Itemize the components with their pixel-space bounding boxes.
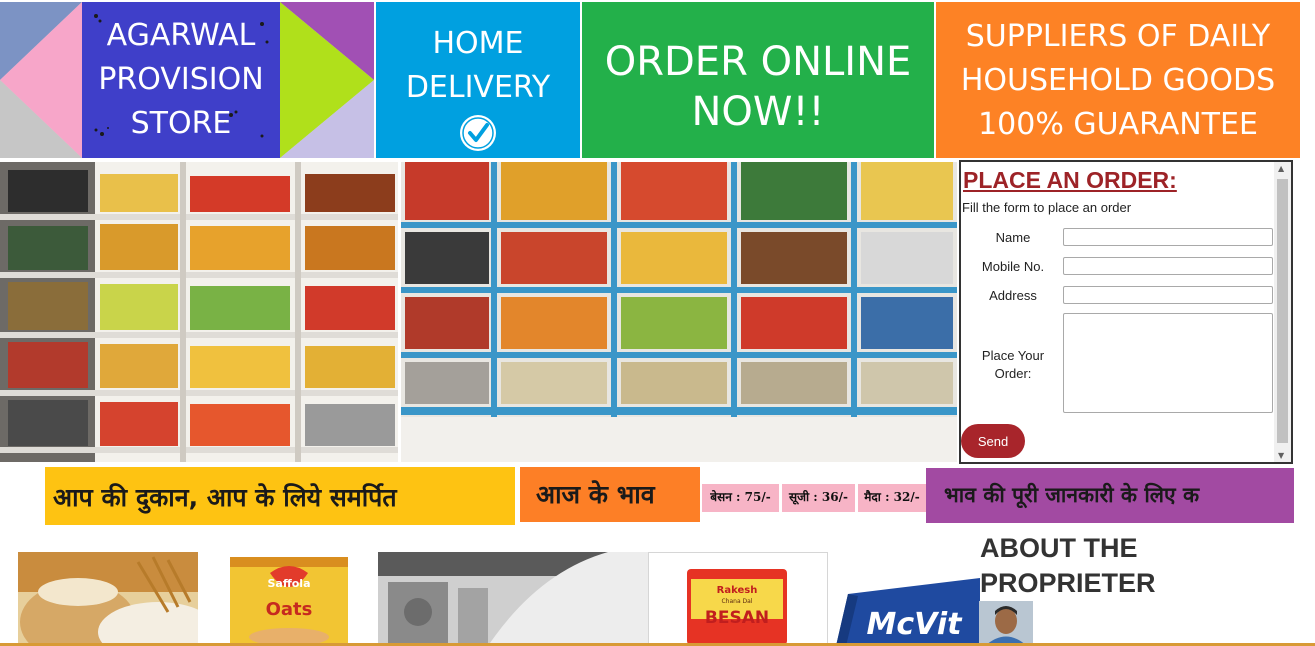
order-label-line-1: Place Your (981, 348, 1045, 363)
order-label-line-2: Order: (994, 366, 1032, 381)
delivery-line-2: DELIVERY (405, 70, 551, 105)
order-online-line-1: ORDER ONLINE (604, 39, 912, 85)
order-form-title: PLACE AN ORDER: (963, 167, 1177, 193)
mobile-label: Mobile No. (981, 259, 1045, 274)
about-heading-line-1: ABOUT THE (980, 533, 1138, 563)
order-online-line-2: NOW!! (691, 89, 825, 135)
triangle-up-icon[interactable]: ▲ (1278, 164, 1284, 173)
order-online-banner[interactable]: ORDER ONLINE NOW!! (582, 2, 934, 158)
order-label: Place Your Order: (973, 347, 1053, 383)
rates-info-marquee[interactable]: भाव की पूरी जानकारी के लिए क (926, 468, 1294, 523)
logo-banner[interactable]: AGARWAL PROVISION STORE (0, 2, 374, 158)
address-label: Address (989, 288, 1037, 303)
product-rakesh-besan[interactable]: Rakesh Chana Dal BESAN (648, 552, 828, 646)
biscuit-name-text: McVit (867, 607, 964, 642)
triangle-down-icon[interactable]: ▼ (1278, 451, 1284, 460)
product-wheat-flour[interactable] (18, 552, 198, 646)
store-name: AGARWAL PROVISION STORE (82, 2, 280, 158)
delivery-line-1: HOME (432, 26, 524, 61)
order-textarea[interactable] (1063, 313, 1273, 413)
order-form-subtitle: Fill the form to place an order (962, 200, 1132, 215)
oats-brand-text: Saffola (267, 577, 310, 590)
store-shelves-photo-right (401, 162, 957, 462)
oats-name-text: Oats (266, 599, 313, 620)
logo-line-2: PROVISION (98, 62, 264, 97)
proprietor-avatar (979, 601, 1033, 646)
product-flour-mill[interactable] (378, 552, 648, 646)
hindi-tagline: आप की दुकान, आप के लिये समर्पित (45, 467, 515, 525)
address-input[interactable] (1063, 286, 1273, 304)
besan-brand-text: Rakesh (717, 585, 758, 596)
store-shelves-photo-left (0, 162, 398, 462)
supplier-line-3: 100% GUARANTEE (978, 107, 1258, 142)
form-scrollbar[interactable]: ▲ ▼ (1274, 162, 1291, 462)
name-label: Name (995, 230, 1031, 245)
price-suji: सूजी : 36/- (782, 484, 855, 512)
besan-subtitle-text: Chana Dal (721, 598, 752, 605)
supplier-banner[interactable]: SUPPLIERS OF DAILY HOUSEHOLD GOODS 100% … (936, 2, 1300, 158)
send-button[interactable]: Send (961, 424, 1025, 458)
logo-line-1: AGARWAL (106, 18, 256, 53)
name-input[interactable] (1063, 228, 1273, 246)
about-heading-line-2: PROPRIETER (980, 568, 1156, 598)
todays-rates-heading: आज के भाव (520, 467, 700, 522)
product-saffola-oats[interactable]: Saffola Oats (230, 557, 348, 646)
supplier-line-2: HOUSEHOLD GOODS (960, 63, 1276, 98)
price-besan: बेसन : 75/- (702, 484, 779, 512)
home-delivery-banner[interactable]: HOME DELIVERY (376, 2, 580, 158)
besan-name-text: BESAN (705, 608, 769, 628)
supplier-line-1: SUPPLIERS OF DAILY (965, 19, 1271, 54)
scrollbar-thumb[interactable] (1277, 179, 1288, 443)
check-circle-icon (460, 115, 496, 151)
logo-line-3: STORE (130, 106, 232, 141)
price-maida: मैदा : 32/- (858, 484, 926, 512)
order-form-panel: PLACE AN ORDER: Fill the form to place a… (959, 160, 1293, 464)
product-mcvities-biscuit[interactable]: McVit (832, 572, 980, 646)
mobile-input[interactable] (1063, 257, 1273, 275)
about-proprietor-heading: ABOUT THE PROPRIETER (980, 531, 1210, 601)
